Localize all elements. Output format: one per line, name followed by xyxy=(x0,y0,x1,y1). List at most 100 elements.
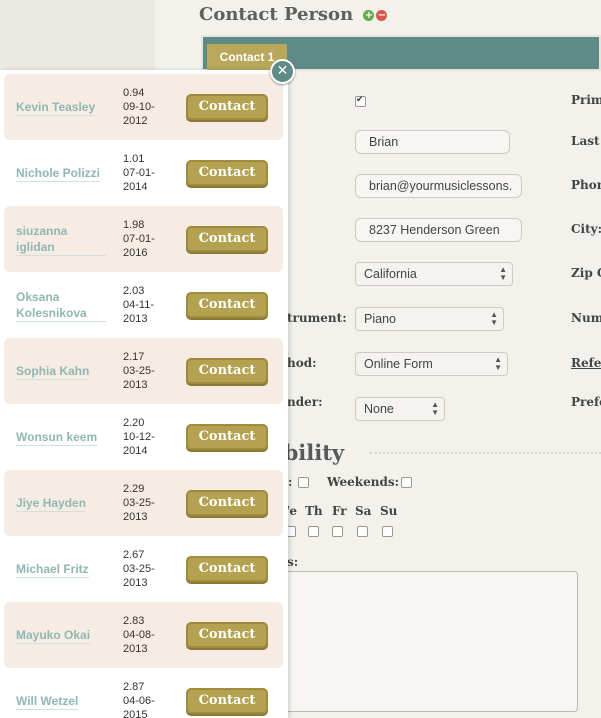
matching-contacts-popup: Kevin Teasley 0.94 09-10- 2012 Contact Nic… xyxy=(0,70,288,718)
contact-date: 03-25- xyxy=(123,497,155,509)
contact-meta: 2.87 04-06- 2015 xyxy=(123,668,155,718)
method-select[interactable]: Online Form ▲ ▼ xyxy=(355,352,508,376)
contact-name-link[interactable]: Will Wetzel xyxy=(16,693,79,710)
select-arrows-icon: ▲ ▼ xyxy=(499,265,507,282)
day-label-th: Th xyxy=(305,504,323,518)
right-label: Phon xyxy=(571,178,601,192)
day-label-sa: Sa xyxy=(355,504,372,518)
right-label: Refer xyxy=(571,356,601,370)
contact-score: 1.98 xyxy=(123,219,145,231)
contact-score: 0.94 xyxy=(123,87,145,99)
contact-score: 1.01 xyxy=(123,153,145,165)
reminder-label: nder: xyxy=(287,395,323,409)
contact-meta: 1.98 07-01- 2016 xyxy=(123,206,155,272)
contact-name-link[interactable]: Michael Fritz xyxy=(16,561,89,578)
contact-name-link[interactable]: siuzanna iglidan xyxy=(16,223,106,256)
contact-button[interactable]: Contact xyxy=(186,622,268,648)
contact-name-cell: Kevin Teasley xyxy=(16,74,106,140)
contact-date: 03-25- xyxy=(123,563,155,575)
select-arrows-icon: ▲ ▼ xyxy=(431,400,439,417)
weekends-checkbox[interactable] xyxy=(401,477,412,488)
contact-year: 2013 xyxy=(123,379,148,391)
list-item: Sophia Kahn 2.17 03-25- 2013 Contact xyxy=(4,338,283,404)
contact-meta: 2.29 03-25- 2013 xyxy=(123,470,155,536)
contact-button[interactable]: Contact xyxy=(186,292,268,318)
contact-year: 2013 xyxy=(123,577,148,589)
contact-button[interactable]: Contact xyxy=(186,160,268,186)
contact-button[interactable]: Contact xyxy=(186,94,268,120)
instrument-label: trument: xyxy=(287,311,347,325)
divider xyxy=(370,452,601,454)
instrument-select-value: Piano xyxy=(364,312,396,326)
contact-button[interactable]: Contact xyxy=(186,424,268,450)
right-label: Zip C xyxy=(571,266,601,280)
contact-button[interactable]: Contact xyxy=(186,556,268,582)
contact-name-link[interactable]: Jiye Hayden xyxy=(16,495,87,512)
state-select[interactable]: California ▲ ▼ xyxy=(355,262,513,286)
list-item: Wonsun keem 2.20 10-12- 2014 Contact xyxy=(4,404,283,470)
right-label: Last xyxy=(571,134,600,148)
contact-year: 2015 xyxy=(123,709,148,718)
reminder-select-value: None xyxy=(364,402,394,416)
contact-name-cell: Sophia Kahn xyxy=(16,338,106,404)
list-item: Jiye Hayden 2.29 03-25- 2013 Contact xyxy=(4,470,283,536)
contact-name-link[interactable]: Sophia Kahn xyxy=(16,363,90,380)
contact-name-cell: Will Wetzel xyxy=(16,668,106,718)
contact-score: 2.29 xyxy=(123,483,145,495)
contact-date: 04-06- xyxy=(123,695,155,707)
contact-year: 2014 xyxy=(123,445,148,457)
list-item: Will Wetzel 2.87 04-06- 2015 Contact xyxy=(4,668,283,718)
contact-name-link[interactable]: Kevin Teasley xyxy=(16,99,96,116)
contact-score: 2.03 xyxy=(123,285,145,297)
contact-score: 2.17 xyxy=(123,351,145,363)
day-checkbox-su[interactable] xyxy=(382,526,393,537)
day-checkbox-th[interactable] xyxy=(308,526,319,537)
contact-meta: 2.03 04-11- 2013 xyxy=(123,272,154,338)
reminder-select[interactable]: None ▲ ▼ xyxy=(355,397,445,421)
contact-name-cell: Oksana Kolesnikova xyxy=(16,272,106,338)
select-arrows-icon: ▲ ▼ xyxy=(490,310,498,327)
list-item: siuzanna iglidan 1.98 07-01- 2016 Contact xyxy=(4,206,283,272)
list-item: Nichole Polizzi 1.01 07-01- 2014 Contact xyxy=(4,140,283,206)
weekdays-checkbox[interactable] xyxy=(298,477,309,488)
contact-button[interactable]: Contact xyxy=(186,358,268,384)
contact-date: 09-10- xyxy=(123,101,155,113)
instrument-select[interactable]: Piano ▲ ▼ xyxy=(355,307,504,331)
minus-circle-icon[interactable]: − xyxy=(376,9,388,21)
list-item: Kevin Teasley 0.94 09-10- 2012 Contact xyxy=(4,74,283,140)
right-label: Prim xyxy=(571,93,601,107)
contact-name-link[interactable]: Oksana Kolesnikova xyxy=(16,289,106,322)
notes-textarea[interactable] xyxy=(265,571,578,712)
weekends-label: Weekends: xyxy=(327,475,400,489)
address-field[interactable]: 8237 Henderson Green xyxy=(355,218,522,242)
right-label: Num xyxy=(571,311,601,325)
contact-button[interactable]: Contact xyxy=(186,688,268,714)
list-item: Michael Fritz 2.67 03-25- 2013 Contact xyxy=(4,536,283,602)
contact-date: 07-01- xyxy=(123,233,155,245)
primary-checkbox[interactable] xyxy=(355,94,366,107)
contact-name-link[interactable]: Wonsun keem xyxy=(16,429,98,446)
day-checkbox-fr[interactable] xyxy=(332,526,343,537)
email-field[interactable]: brian@yourmusiclessons. xyxy=(355,174,522,198)
list-item: Mayuko Okai 2.83 04-08- 2013 Contact xyxy=(4,602,283,668)
contact-name-cell: Jiye Hayden xyxy=(16,470,106,536)
first-name-field[interactable]: Brian xyxy=(355,130,510,154)
select-arrows-icon: ▲ ▼ xyxy=(494,355,502,372)
contact-name-cell: Michael Fritz xyxy=(16,536,106,602)
contact-meta: 2.67 03-25- 2013 xyxy=(123,536,155,602)
contact-button[interactable]: Contact xyxy=(186,226,268,252)
contact-date: 04-11- xyxy=(123,299,154,311)
contact-name-cell: Wonsun keem xyxy=(16,404,106,470)
contact-date: 10-12- xyxy=(123,431,155,443)
contact-button[interactable]: Contact xyxy=(186,490,268,516)
contact-score: 2.87 xyxy=(123,681,145,693)
close-icon[interactable]: ✕ xyxy=(270,59,295,84)
day-checkbox-sa[interactable] xyxy=(357,526,368,537)
contact-meta: 1.01 07-01- 2014 xyxy=(123,140,155,206)
right-label: City: xyxy=(571,222,601,236)
plus-circle-icon[interactable]: + xyxy=(363,9,375,21)
method-select-value: Online Form xyxy=(364,357,433,371)
contact-name-link[interactable]: Mayuko Okai xyxy=(16,627,91,644)
contact-name-link[interactable]: Nichole Polizzi xyxy=(16,165,101,182)
day-label-fr: Fr xyxy=(332,504,347,518)
